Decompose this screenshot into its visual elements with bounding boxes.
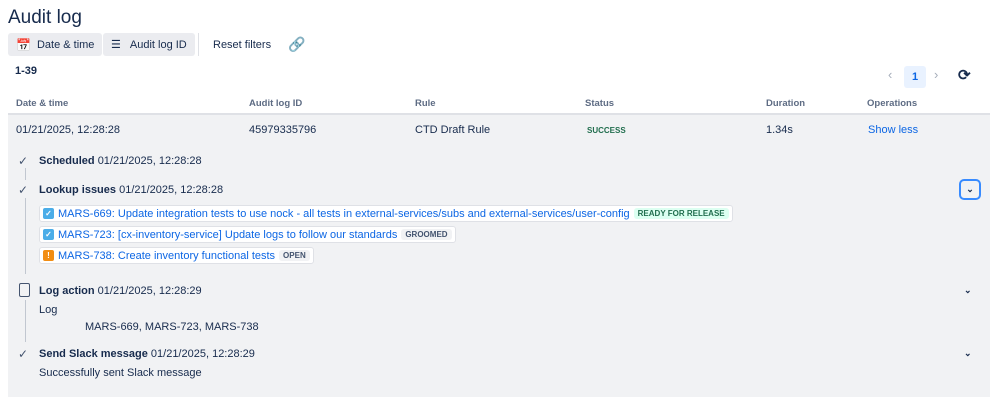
check-icon: ✓: [18, 347, 29, 361]
audit-log-id-label: Audit log ID: [129, 38, 187, 51]
column-header-operations[interactable]: Operations: [867, 98, 917, 109]
log-label: Log: [39, 304, 58, 316]
column-header-status[interactable]: Status: [585, 98, 614, 109]
chevron-down-icon[interactable]: ⌄: [964, 348, 972, 359]
link-icon[interactable]: 🔗: [288, 36, 305, 53]
calendar-icon: 📅: [16, 37, 31, 52]
date-time-label: Date & time: [36, 38, 95, 51]
column-header-date[interactable]: Date & time: [16, 98, 68, 109]
audit-log-id-filter-button[interactable]: ☰ Audit log ID: [103, 33, 195, 56]
row-date: 01/21/2025, 12:28:28: [16, 124, 120, 136]
step-log-action: Log action 01/21/2025, 12:28:29: [39, 285, 202, 297]
divider: [198, 33, 199, 56]
show-less-link[interactable]: Show less: [868, 124, 918, 136]
collapse-button[interactable]: ⌄: [959, 179, 981, 200]
header-divider: [8, 113, 990, 115]
page-title: Audit log: [8, 7, 82, 28]
check-icon: ✓: [18, 154, 29, 168]
issue-status: OPEN: [279, 250, 310, 261]
prev-page-icon[interactable]: ‹: [888, 67, 892, 82]
status-badge: SUCCESS: [587, 126, 626, 135]
step-send-slack: Send Slack message 01/21/2025, 12:28:29: [39, 348, 255, 360]
page-1-button[interactable]: 1: [904, 66, 926, 88]
step-scheduled: Scheduled 01/21/2025, 12:28:28: [39, 155, 202, 167]
slack-result: Successfully sent Slack message: [39, 367, 202, 379]
issue-link[interactable]: ! MARS-738: Create inventory functional t…: [39, 247, 314, 264]
timeline-line: [25, 300, 26, 342]
issue-link[interactable]: ✓ MARS-723: [cx-inventory-service] Update…: [39, 226, 456, 243]
issue-status: READY FOR RELEASE: [633, 208, 729, 219]
row-rule: CTD Draft Rule: [415, 124, 491, 136]
task-icon: ✓: [43, 208, 54, 219]
bug-icon: !: [43, 250, 54, 261]
column-header-rule[interactable]: Rule: [415, 98, 436, 109]
timeline-line: [25, 198, 26, 274]
chevron-down-icon[interactable]: ⌄: [964, 285, 972, 296]
next-page-icon[interactable]: ›: [934, 67, 938, 82]
result-count: 1-39: [15, 65, 38, 77]
row-duration: 1.34s: [766, 124, 793, 136]
issue-link[interactable]: ✓ MARS-669: Update integration tests to u…: [39, 205, 733, 222]
column-header-duration[interactable]: Duration: [766, 98, 805, 109]
issue-status: GROOMED: [401, 229, 452, 240]
column-header-id[interactable]: Audit log ID: [249, 98, 302, 109]
task-icon: ✓: [43, 229, 54, 240]
list-icon: ☰: [111, 39, 121, 51]
log-message: MARS-669, MARS-723, MARS-738: [85, 321, 259, 333]
row-id: 45979335796: [249, 124, 317, 136]
refresh-icon[interactable]: ⟳: [958, 66, 971, 84]
date-time-filter-button[interactable]: 📅 Date & time: [8, 33, 103, 56]
check-icon: ✓: [18, 183, 29, 197]
reset-filters-button[interactable]: Reset filters: [205, 33, 279, 56]
step-lookup-issues: Lookup issues 01/21/2025, 12:28:28: [39, 184, 224, 196]
document-icon: [19, 283, 30, 297]
timeline-line: [25, 168, 26, 180]
